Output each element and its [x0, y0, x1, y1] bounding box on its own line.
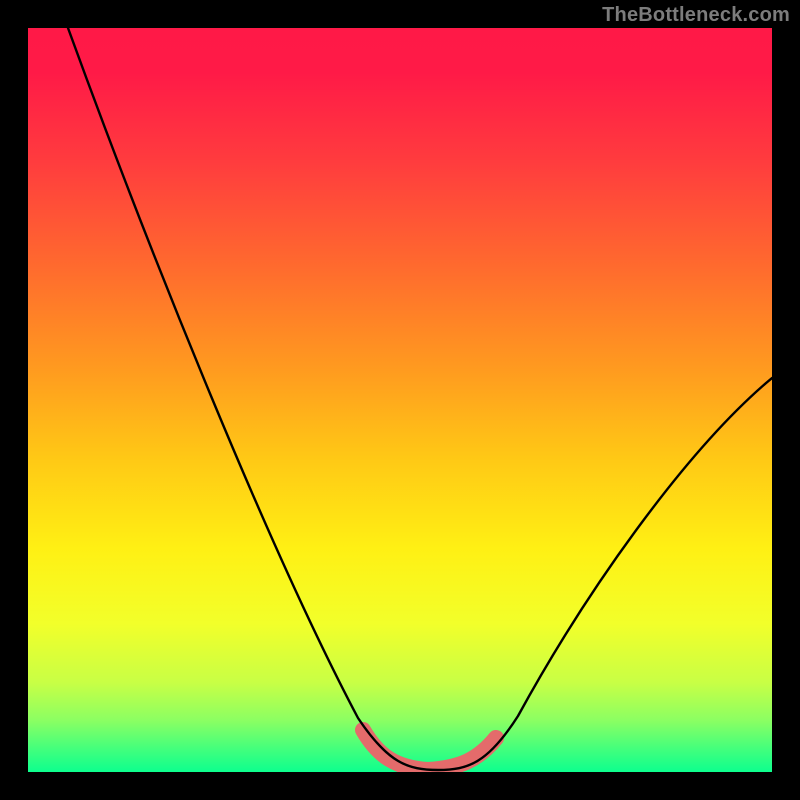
chart-frame: TheBottleneck.com	[0, 0, 800, 800]
main-curve	[68, 28, 772, 770]
chart-svg	[28, 28, 772, 772]
plot-area	[28, 28, 772, 772]
watermark-text: TheBottleneck.com	[602, 4, 790, 27]
